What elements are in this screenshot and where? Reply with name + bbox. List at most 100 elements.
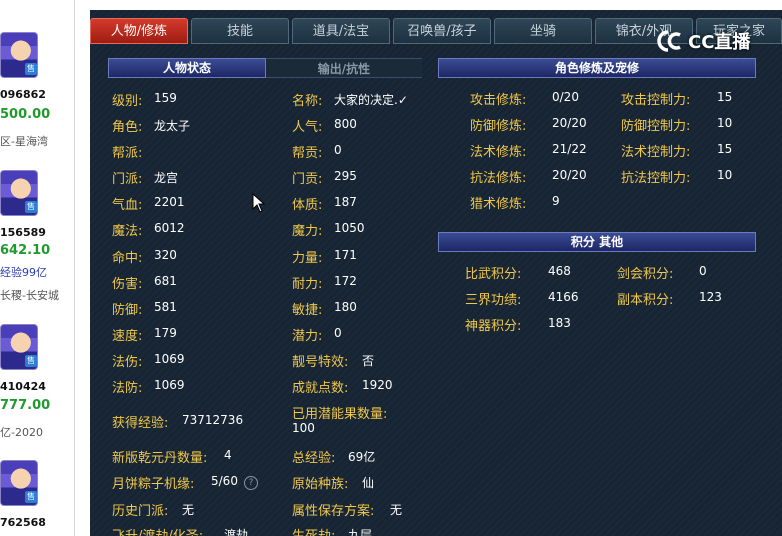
- sale-badge: 售: [25, 491, 37, 503]
- points-label: 副本积分:: [617, 293, 674, 308]
- stat-value: 渡劫: [224, 528, 249, 536]
- stat-label: 法防:: [112, 381, 143, 396]
- stat-label: 新版乾元丹数量:: [112, 451, 208, 466]
- stat-label: 魔力:: [292, 224, 323, 239]
- cultivation-label: 抗法修炼:: [470, 171, 527, 186]
- tab-pets-children[interactable]: 召唤兽/孩子: [393, 18, 491, 44]
- stat-value: 龙太子: [154, 119, 191, 133]
- stat-label: 总经验:: [292, 451, 336, 466]
- stat-value: 69亿: [348, 450, 376, 464]
- stat-value: 187: [334, 195, 357, 209]
- cc-logo-icon: [657, 30, 681, 52]
- listing-id[interactable]: 156589: [0, 226, 46, 239]
- stat-label: 角色:: [112, 120, 143, 135]
- stat-label: 靓号特效:: [292, 355, 349, 370]
- control-value: 15: [717, 90, 733, 104]
- listing-price: 500.00: [0, 107, 51, 122]
- stat-label: 月饼粽子机缘:: [112, 477, 195, 492]
- character-avatar[interactable]: 售: [0, 460, 38, 506]
- points-label: 三界功绩:: [465, 293, 522, 308]
- sale-badge: 售: [25, 355, 37, 367]
- stat-value: 0: [334, 326, 342, 340]
- tab-skills[interactable]: 技能: [191, 18, 289, 44]
- stat-value: 否: [362, 354, 375, 368]
- stat-label: 敏捷:: [292, 303, 323, 318]
- character-avatar[interactable]: 售: [0, 32, 38, 78]
- stat-value: 2201: [154, 195, 185, 209]
- stat-label: 属性保存方案:: [292, 504, 375, 519]
- sale-badge: 售: [25, 63, 37, 75]
- subtab-character-status[interactable]: 人物状态: [108, 58, 266, 78]
- control-label: 防御控制力:: [621, 119, 691, 134]
- stat-label: 人气:: [292, 120, 323, 135]
- stat-value: 九层: [348, 528, 373, 536]
- cc-live-watermark: CC直播: [654, 26, 782, 56]
- cultivation-label: 攻击修炼:: [470, 93, 527, 108]
- stat-label: 速度:: [112, 329, 143, 344]
- stat-value: 180: [334, 300, 357, 314]
- stat-label: 耐力:: [292, 277, 323, 292]
- control-label: 攻击控制力:: [621, 93, 691, 108]
- stat-value: 大家的决定.✓: [334, 93, 408, 107]
- stat-value: 295: [334, 169, 357, 183]
- cultivation-value: 21/22: [552, 142, 587, 156]
- stat-label: 级别:: [112, 94, 143, 109]
- points-value: 123: [699, 290, 722, 304]
- stat-label: 门贡:: [292, 172, 323, 187]
- help-icon[interactable]: ?: [244, 476, 258, 490]
- stat-label: 门派:: [112, 172, 143, 187]
- stat-value: 6012: [154, 221, 185, 235]
- stat-label: 伤害:: [112, 277, 143, 292]
- listing-id[interactable]: 410424: [0, 380, 46, 393]
- listing-id[interactable]: 762568: [0, 516, 46, 529]
- stat-value: 4: [224, 448, 232, 462]
- listing-id[interactable]: 096862: [0, 88, 46, 101]
- stat-value: 581: [154, 300, 177, 314]
- watermark-text: CC直播: [688, 32, 751, 53]
- stat-label: 原始种族:: [292, 477, 349, 492]
- points-value: 4166: [548, 290, 579, 304]
- stat-value: 龙宫: [154, 171, 179, 185]
- tab-character-cultivation[interactable]: 人物/修炼: [90, 18, 188, 44]
- points-header: 积分 其他: [438, 232, 756, 252]
- control-value: 15: [717, 142, 733, 156]
- stat-label: 魔法:: [112, 224, 143, 239]
- listing-price: 777.00: [0, 398, 51, 413]
- listing-server: 长稷-长安城: [0, 289, 59, 302]
- cultivation-label: 防御修炼:: [470, 119, 527, 134]
- stat-value: 73712736: [182, 413, 244, 427]
- stat-label: 已用潜能果数量:: [292, 407, 388, 422]
- stat-value: 171: [334, 248, 357, 262]
- subtab-output-resistance[interactable]: 输出/抗性: [266, 58, 422, 78]
- listing-exp: 经验99亿: [0, 266, 47, 279]
- character-avatar[interactable]: 售: [0, 324, 38, 370]
- stat-label: 帮贡:: [292, 146, 323, 161]
- stat-label: 潜力:: [292, 329, 323, 344]
- points-value: 183: [548, 316, 571, 330]
- tab-items-treasures[interactable]: 道具/法宝: [292, 18, 390, 44]
- cultivation-value: 9: [552, 194, 560, 208]
- sale-badge: 售: [25, 201, 37, 213]
- cultivation-value: 20/20: [552, 168, 587, 182]
- listing-price: 642.10: [0, 243, 51, 258]
- points-label: 神器积分:: [465, 319, 522, 334]
- stat-value: 仙: [362, 476, 375, 490]
- stat-value: 100: [292, 421, 315, 435]
- points-label: 比武积分:: [465, 267, 522, 282]
- stat-value: 0: [334, 143, 342, 157]
- stat-label: 体质:: [292, 198, 323, 213]
- control-label: 法术控制力:: [621, 145, 691, 160]
- control-value: 10: [717, 116, 733, 130]
- mouse-cursor-icon: [252, 193, 266, 213]
- tab-mounts[interactable]: 坐骑: [494, 18, 592, 44]
- cultivation-value: 20/20: [552, 116, 587, 130]
- points-value: 468: [548, 264, 571, 278]
- stat-value: 179: [154, 326, 177, 340]
- control-value: 10: [717, 168, 733, 182]
- stat-value: 1069: [154, 378, 185, 392]
- stat-label: 防御:: [112, 303, 143, 318]
- stat-label: 历史门派:: [112, 504, 169, 519]
- character-avatar[interactable]: 售: [0, 170, 38, 216]
- stat-label: 气血:: [112, 198, 143, 213]
- stat-value: 172: [334, 274, 357, 288]
